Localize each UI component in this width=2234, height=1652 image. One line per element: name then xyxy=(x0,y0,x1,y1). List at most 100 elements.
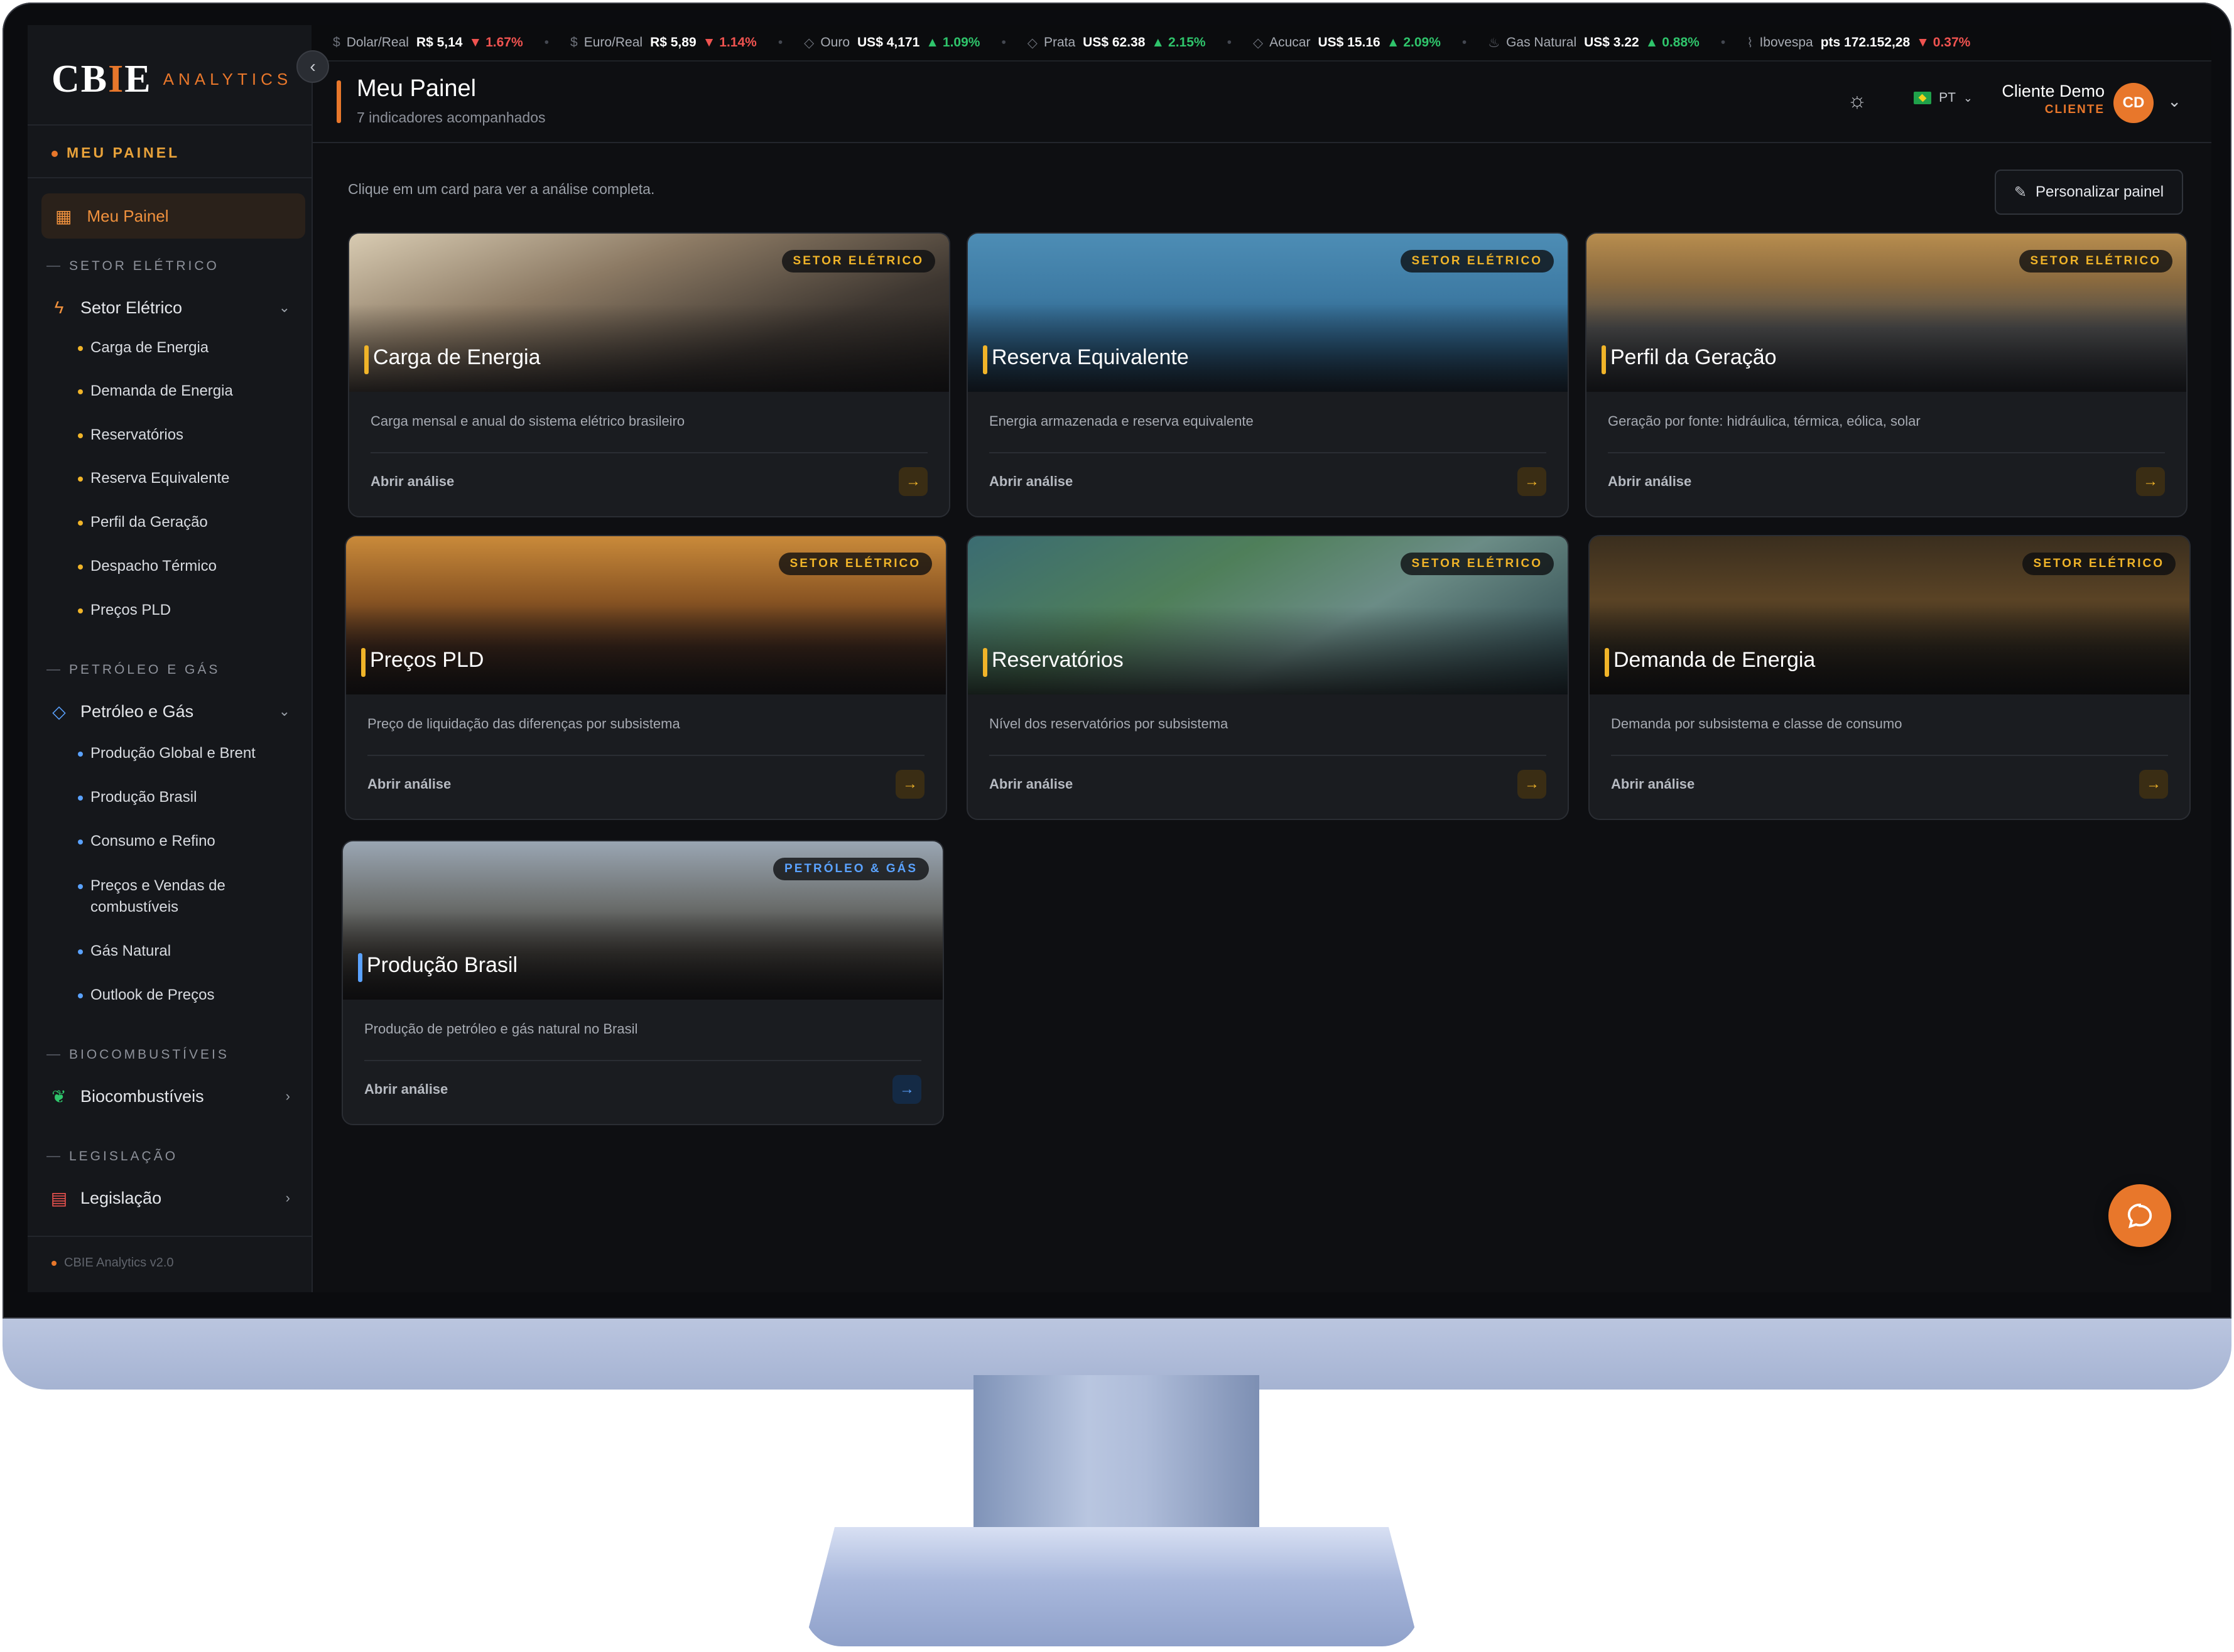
page-title: Meu Painel xyxy=(357,75,477,102)
sidebar-sub-pld[interactable]: Preços PLD xyxy=(78,600,298,621)
chat-button[interactable] xyxy=(2108,1184,2171,1247)
card-demanda-energia[interactable]: SETOR ELÉTRICO Demanda de Energia Demand… xyxy=(1588,535,2191,820)
chevron-left-icon: ‹ xyxy=(310,57,316,76)
user-menu-chevron-icon[interactable]: ⌄ xyxy=(2167,92,2181,111)
grid-icon: ▦ xyxy=(55,206,72,226)
sidebar-divider xyxy=(28,177,312,178)
app-version: CBIE Analytics v2.0 xyxy=(52,1256,174,1270)
card-description: Preço de liquidação das diferenças por s… xyxy=(367,716,680,732)
trend-icon: ⌇ xyxy=(1747,35,1754,50)
chat-bubble-icon xyxy=(2127,1203,2152,1229)
brand-logo[interactable]: CBIE ANALYTICS xyxy=(52,48,292,111)
pencil-icon: ✎ xyxy=(2014,183,2027,201)
sidebar-sub-precos-vendas[interactable]: Preços e Vendas de combustíveis xyxy=(78,875,298,918)
arrow-right-icon[interactable]: → xyxy=(2139,770,2168,799)
card-title: Carga de Energia xyxy=(373,345,541,369)
sidebar-sub-producao-global[interactable]: Produção Global e Brent xyxy=(78,743,298,764)
sidebar-item-legislacao[interactable]: ▤ Legislação › xyxy=(46,1180,298,1216)
leaf-icon: ❦ xyxy=(52,1086,67,1106)
card-perfil-geracao[interactable]: SETOR ELÉTRICO Perfil da Geração Geração… xyxy=(1585,232,2188,517)
card-title: Reservatórios xyxy=(992,648,1124,672)
language-select[interactable]: PT ⌄ xyxy=(1914,90,1973,105)
card-accent-bar xyxy=(361,648,366,677)
card-title: Demanda de Energia xyxy=(1613,648,1816,672)
customize-panel-button[interactable]: ✎ Personalizar painel xyxy=(1995,170,2183,215)
sidebar-sub-producao-brasil[interactable]: Produção Brasil xyxy=(78,787,298,808)
card-producao-brasil[interactable]: PETRÓLEO & GÁS Produção Brasil Produção … xyxy=(342,840,944,1125)
sidebar-item-petroleo[interactable]: ◇ Petróleo e Gás ⌄ xyxy=(46,694,298,729)
dollar-icon: $ xyxy=(570,35,578,50)
card-tag: SETOR ELÉTRICO xyxy=(2022,553,2176,575)
card-divider xyxy=(989,755,1546,756)
card-divider xyxy=(1608,452,2165,453)
sidebar-sub-despacho[interactable]: Despacho Térmico xyxy=(78,556,298,577)
card-precos-pld[interactable]: SETOR ELÉTRICO Preços PLD Preço de liqui… xyxy=(345,535,947,820)
sidebar-item-meu-painel[interactable]: ▦ Meu Painel xyxy=(41,193,305,239)
diamond-icon: ◇ xyxy=(804,35,815,50)
card-divider xyxy=(371,452,928,453)
monitor-bezel: CBIE ANALYTICS MEU PAINEL ▦ Meu Painel S… xyxy=(3,3,2231,1319)
card-accent-bar xyxy=(358,953,362,982)
card-divider xyxy=(364,1060,921,1061)
sidebar-divider xyxy=(28,1236,312,1237)
sidebar-sub-outlook[interactable]: Outlook de Preços xyxy=(78,985,298,1006)
sidebar-sub-reserva[interactable]: Reserva Equivalente xyxy=(78,468,298,489)
app-screen: CBIE ANALYTICS MEU PAINEL ▦ Meu Painel S… xyxy=(28,25,2211,1292)
ticker-item: ⌇ Ibovespa pts 172.152,28 ▼ 0.37% xyxy=(1747,35,1971,50)
sidebar-sub-demanda[interactable]: Demanda de Energia xyxy=(78,381,298,402)
user-name: Cliente Demo xyxy=(2002,82,2105,100)
arrow-right-icon[interactable]: → xyxy=(899,467,928,496)
arrow-right-icon[interactable]: → xyxy=(1517,770,1546,799)
flame-icon: ♨ xyxy=(1488,35,1500,50)
card-title: Produção Brasil xyxy=(367,953,518,977)
card-description: Energia armazenada e reserva equivalente xyxy=(989,413,1254,429)
arrow-right-icon[interactable]: → xyxy=(1517,467,1546,496)
card-divider xyxy=(367,755,925,756)
card-title: Preços PLD xyxy=(370,648,484,672)
diamond-icon: ◇ xyxy=(1252,35,1264,50)
arrow-right-icon[interactable]: → xyxy=(2136,467,2165,496)
group-title-bio: BIOCOMBUSTÍVEIS xyxy=(46,1047,229,1062)
card-reservatorios[interactable]: SETOR ELÉTRICO Reservatórios Nível dos r… xyxy=(967,535,1569,820)
avatar[interactable]: CD xyxy=(2113,83,2154,123)
brazil-flag-icon xyxy=(1914,92,1932,104)
chevron-down-icon: ⌄ xyxy=(278,300,290,315)
card-accent-bar xyxy=(1605,648,1609,677)
ticker-item: ♨ Gas Natural US$ 3.22 ▲ 0.88% • xyxy=(1488,35,1726,50)
open-analysis-link[interactable]: Abrir análise xyxy=(989,776,1073,792)
card-tag: SETOR ELÉTRICO xyxy=(781,250,935,273)
open-analysis-link[interactable]: Abrir análise xyxy=(1608,473,1691,490)
dashboard-hint: Clique em um card para ver a análise com… xyxy=(348,181,655,197)
chevron-down-icon: ⌄ xyxy=(1963,91,1973,104)
open-analysis-link[interactable]: Abrir análise xyxy=(367,776,451,792)
collapse-sidebar-button[interactable]: ‹ xyxy=(296,50,329,83)
bolt-icon: ϟ xyxy=(54,298,64,317)
arrow-right-icon[interactable]: → xyxy=(892,1075,921,1104)
sidebar-sub-gas[interactable]: Gás Natural xyxy=(78,941,298,962)
monitor-stand-neck xyxy=(973,1375,1259,1538)
ticker-item: ◇ Ouro US$ 4,171 ▲ 1.09% • xyxy=(804,35,1006,50)
theme-toggle-button[interactable]: ☼ xyxy=(1842,85,1872,116)
card-tag: SETOR ELÉTRICO xyxy=(2019,250,2172,273)
arrow-right-icon[interactable]: → xyxy=(896,770,925,799)
open-analysis-link[interactable]: Abrir análise xyxy=(1611,776,1694,792)
card-carga-energia[interactable]: SETOR ELÉTRICO Carga de Energia Carga me… xyxy=(348,232,950,517)
open-analysis-link[interactable]: Abrir análise xyxy=(989,473,1073,490)
ticker-item: $ Dolar/Real R$ 5,14 ▼ 1.67% • xyxy=(333,35,549,50)
sidebar-sub-consumo[interactable]: Consumo e Refino xyxy=(78,831,298,852)
page-subtitle: 7 indicadores acompanhados xyxy=(357,109,546,126)
chevron-down-icon: ⌄ xyxy=(278,703,290,719)
sidebar-sub-carga[interactable]: Carga de Energia xyxy=(78,337,298,359)
sidebar-sub-perfil[interactable]: Perfil da Geração xyxy=(78,512,298,533)
card-reserva-equivalente[interactable]: SETOR ELÉTRICO Reserva Equivalente Energ… xyxy=(967,232,1569,517)
open-analysis-link[interactable]: Abrir análise xyxy=(371,473,454,490)
card-accent-bar xyxy=(1602,345,1606,374)
card-description: Produção de petróleo e gás natural no Br… xyxy=(364,1021,638,1037)
sidebar-item-setor-eletrico[interactable]: ϟ Setor Elétrico ⌄ xyxy=(46,290,298,325)
sidebar-sub-reservatorios[interactable]: Reservatórios xyxy=(78,424,298,446)
group-title-setor-eletrico: SETOR ELÉTRICO xyxy=(46,259,219,274)
sidebar-item-biocombustiveis[interactable]: ❦ Biocombustíveis › xyxy=(46,1079,298,1114)
section-my-panel: MEU PAINEL xyxy=(52,144,180,161)
open-analysis-link[interactable]: Abrir análise xyxy=(364,1081,448,1098)
dollar-icon: $ xyxy=(333,35,340,50)
